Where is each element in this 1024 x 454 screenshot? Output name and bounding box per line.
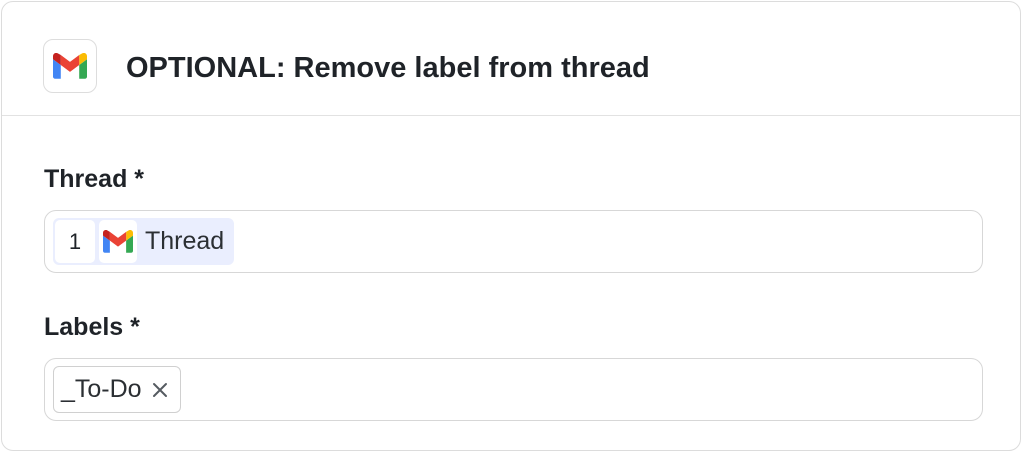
- gmail-icon: [99, 220, 137, 263]
- step-card: OPTIONAL: Remove label from thread Threa…: [1, 1, 1021, 451]
- thread-reference-pill[interactable]: 1 Thread: [53, 218, 235, 265]
- labels-field-label: Labels *: [44, 313, 140, 341]
- thread-input[interactable]: 1 Thread: [44, 210, 983, 273]
- label-tag[interactable]: _To-Do: [53, 366, 181, 413]
- label-tag-text: _To-Do: [61, 375, 142, 403]
- card-header: OPTIONAL: Remove label from thread: [2, 2, 1020, 116]
- close-icon[interactable]: [150, 380, 170, 400]
- gmail-icon: [43, 39, 97, 93]
- step-title: OPTIONAL: Remove label from thread: [126, 52, 650, 84]
- thread-field-label: Thread *: [44, 165, 145, 193]
- labels-input[interactable]: _To-Do: [44, 358, 983, 421]
- thread-pill-label: Thread: [145, 227, 225, 255]
- step-number-badge: 1: [55, 220, 95, 263]
